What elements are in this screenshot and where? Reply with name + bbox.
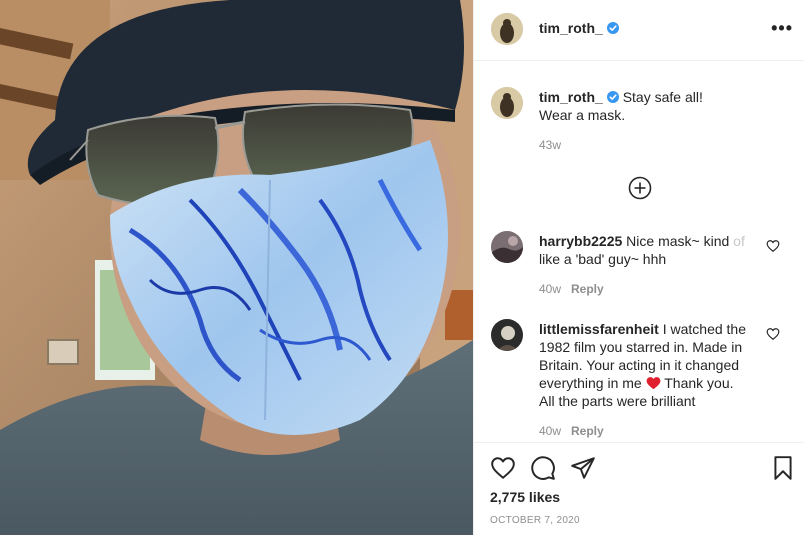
post-date[interactable]: OCTOBER 7, 2020 [490, 515, 580, 526]
verified-badge-icon [606, 91, 619, 103]
comment-1: harrybb2225 Nice mask~ kind of like a 'b… [539, 232, 764, 268]
comment-1-username[interactable]: harrybb2225 [539, 233, 622, 249]
action-bar: 2,775 likes OCTOBER 7, 2020 [474, 442, 804, 535]
comment-2-time: 40w [539, 424, 562, 438]
post-header: tim_roth_ ••• [474, 0, 804, 61]
comment-2-text-after-heart: Thank you. [660, 375, 734, 391]
post-photo[interactable] [0, 0, 473, 535]
paper-plane-icon[interactable] [570, 455, 596, 481]
heart-icon[interactable] [490, 455, 516, 481]
red-heart-emoji-icon [646, 377, 660, 390]
comment-1-meta: 40w Reply [539, 282, 604, 296]
comment-1-text-faded: of [733, 233, 745, 249]
post-detail-panel: tim_roth_ ••• tim_roth_ Stay safe all! W… [473, 0, 804, 535]
avatar-icon [491, 13, 523, 45]
bookmark-icon[interactable] [770, 455, 796, 481]
caption-username[interactable]: tim_roth_ [539, 89, 603, 105]
author-username-text[interactable]: tim_roth_ [539, 20, 603, 36]
caption: tim_roth_ Stay safe all! Wear a mask. [539, 88, 789, 124]
comment-2-like-heart-icon[interactable] [766, 327, 780, 341]
comment-1-reply-button[interactable]: Reply [571, 282, 604, 296]
avatar-icon [491, 87, 523, 119]
photo-illustration [0, 0, 473, 535]
caption-time: 43w [539, 138, 562, 152]
caption-line-1: Stay safe all! [622, 89, 703, 105]
plus-circle-icon[interactable] [628, 176, 652, 200]
comment-2-username[interactable]: littlemissfarenheit [539, 321, 659, 337]
commenter-avatar[interactable] [491, 231, 523, 263]
comment-bubble-icon[interactable] [530, 455, 556, 481]
comment-2-text-line-1: I watched the [658, 321, 746, 337]
likes-count[interactable]: 2,775 likes [490, 489, 560, 505]
caption-avatar[interactable] [491, 87, 523, 119]
comment-2-reply-button[interactable]: Reply [571, 424, 604, 438]
author-username[interactable]: tim_roth_ [539, 20, 619, 36]
comment-2-text-line-3: Britain. Your acting in it changed [539, 357, 740, 373]
comment-2: littlemissfarenheit I watched the 1982 f… [539, 320, 764, 410]
commenter-avatar[interactable] [491, 319, 523, 351]
comment-1-text-line-1: Nice mask~ kind [626, 233, 734, 249]
verified-badge-icon [606, 22, 619, 34]
comment-1-like-heart-icon[interactable] [766, 239, 780, 253]
comment-2-text-line-2: 1982 film you starred in. Made in [539, 339, 743, 355]
avatar-icon [491, 319, 523, 351]
more-options-button[interactable]: ••• [771, 18, 793, 39]
comment-1-time: 40w [539, 282, 562, 296]
caption-line-2: Wear a mask. [539, 107, 626, 123]
comment-2-text-line-5: All the parts were brilliant [539, 393, 696, 409]
comment-2-meta: 40w Reply [539, 424, 604, 438]
avatar-icon [491, 231, 523, 263]
comment-1-text-line-2: like a 'bad' guy~ hhh [539, 251, 667, 267]
comment-2-text-line-4: everything in me [539, 375, 646, 391]
author-avatar[interactable] [491, 13, 523, 45]
